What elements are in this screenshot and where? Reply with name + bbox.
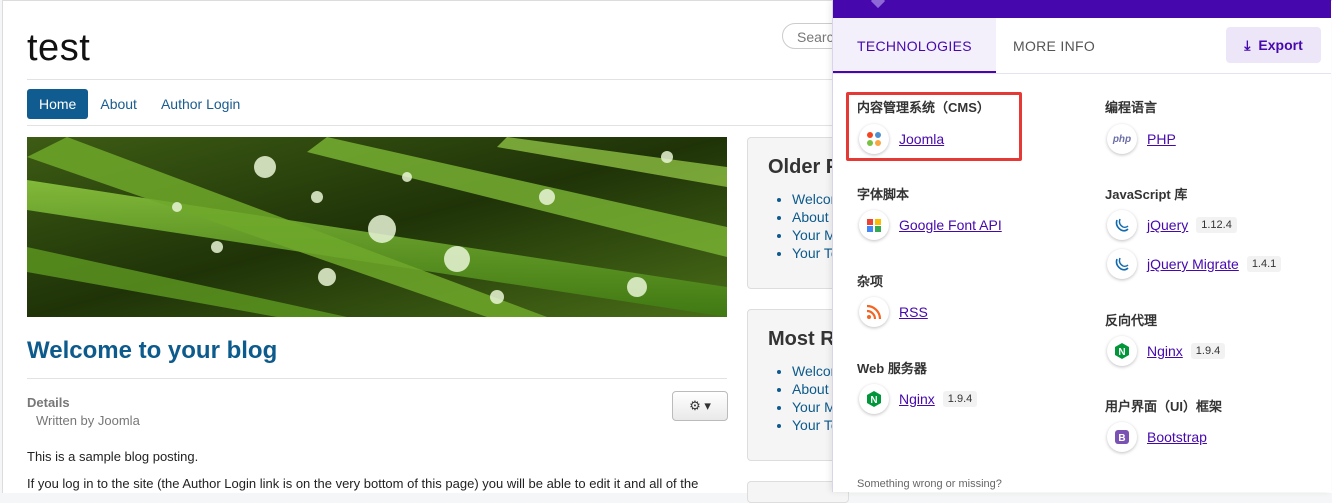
blog-title-link[interactable]: Welcome to your blog [27, 337, 277, 365]
article-paragraph: This is a sample blog posting. [27, 449, 199, 464]
module-title: Older P [768, 156, 840, 178]
version-badge: 1.4.1 [1246, 256, 1282, 272]
svg-text:B: B [1118, 433, 1125, 444]
grass-image [27, 137, 727, 317]
author-line: Written by Joomla [36, 413, 140, 428]
bootstrap-icon: B [1107, 422, 1137, 452]
svg-text:N: N [1118, 347, 1125, 358]
cms-highlight-box [846, 92, 1022, 161]
main-nav: Home About Author Login [27, 89, 252, 119]
tech-jquery[interactable]: jQuery 1.12.4 [1107, 210, 1237, 240]
tech-php[interactable]: php PHP [1107, 124, 1176, 154]
wappalyzer-logo-icon [870, 0, 886, 9]
category-ui-frameworks: 用户界面（UI）框架 [1105, 399, 1223, 414]
tech-name[interactable]: Nginx [899, 391, 935, 407]
site-title: test [27, 27, 91, 69]
title-divider [27, 378, 727, 379]
tech-bootstrap[interactable]: B Bootstrap [1107, 422, 1207, 452]
php-icon: php [1107, 124, 1137, 154]
category-javascript-libraries: JavaScript 库 [1105, 187, 1188, 202]
tech-name[interactable]: Google Font API [899, 217, 1002, 233]
tech-name[interactable]: Nginx [1147, 343, 1183, 359]
export-button[interactable]: ⤓ Export [1226, 27, 1321, 63]
tab-more-info[interactable]: MORE INFO [989, 18, 1119, 73]
category-web-server: Web 服务器 [857, 361, 927, 376]
export-label: Export [1258, 37, 1303, 53]
version-badge: 1.9.4 [1190, 343, 1226, 359]
nginx-icon: N [859, 384, 889, 414]
tech-jquery-migrate[interactable]: jQuery Migrate 1.4.1 [1107, 249, 1282, 279]
tech-nginx-web-server[interactable]: N Nginx 1.9.4 [859, 384, 978, 414]
tech-name[interactable]: jQuery Migrate [1147, 256, 1239, 272]
tech-name[interactable]: jQuery [1147, 217, 1188, 233]
tech-name[interactable]: PHP [1147, 131, 1176, 147]
jquery-icon [1107, 210, 1137, 240]
category-misc: 杂项 [857, 274, 884, 289]
category-programming-languages: 编程语言 [1105, 100, 1158, 115]
google-font-icon [859, 210, 889, 240]
nav-author-login[interactable]: Author Login [149, 89, 252, 119]
nav-divider [27, 125, 847, 126]
nav-about[interactable]: About [88, 89, 149, 119]
download-icon: ⤓ [1244, 37, 1251, 53]
hero-image [27, 137, 727, 317]
category-reverse-proxy: 反向代理 [1105, 313, 1158, 328]
popup-header-bar [833, 0, 1331, 18]
version-badge: 1.9.4 [942, 391, 978, 407]
tab-technologies[interactable]: TECHNOLOGIES [833, 18, 996, 73]
tech-nginx-reverse-proxy[interactable]: N Nginx 1.9.4 [1107, 336, 1226, 366]
article-tools-button[interactable]: ⚙ ▾ [672, 391, 728, 421]
tech-name[interactable]: RSS [899, 304, 928, 320]
jquery-migrate-icon [1107, 249, 1137, 279]
wappalyzer-popup: TECHNOLOGIES MORE INFO ⤓ Export 内容管理系统（CM… [832, 0, 1331, 492]
nav-home[interactable]: Home [27, 89, 89, 119]
tech-rss[interactable]: RSS [859, 297, 928, 327]
version-badge: 1.12.4 [1196, 217, 1237, 233]
rss-icon [859, 297, 889, 327]
tech-name[interactable]: Bootstrap [1147, 429, 1207, 445]
feedback-link[interactable]: Something wrong or missing? [857, 478, 1002, 490]
svg-text:N: N [870, 395, 877, 406]
article-paragraph: If you log in to the site (the Author Lo… [27, 476, 699, 491]
header-divider [27, 79, 847, 80]
category-font-scripts: 字体脚本 [857, 187, 910, 202]
details-label: Details [27, 395, 70, 410]
tech-google-font-api[interactable]: Google Font API [859, 210, 1002, 240]
nginx-icon: N [1107, 336, 1137, 366]
